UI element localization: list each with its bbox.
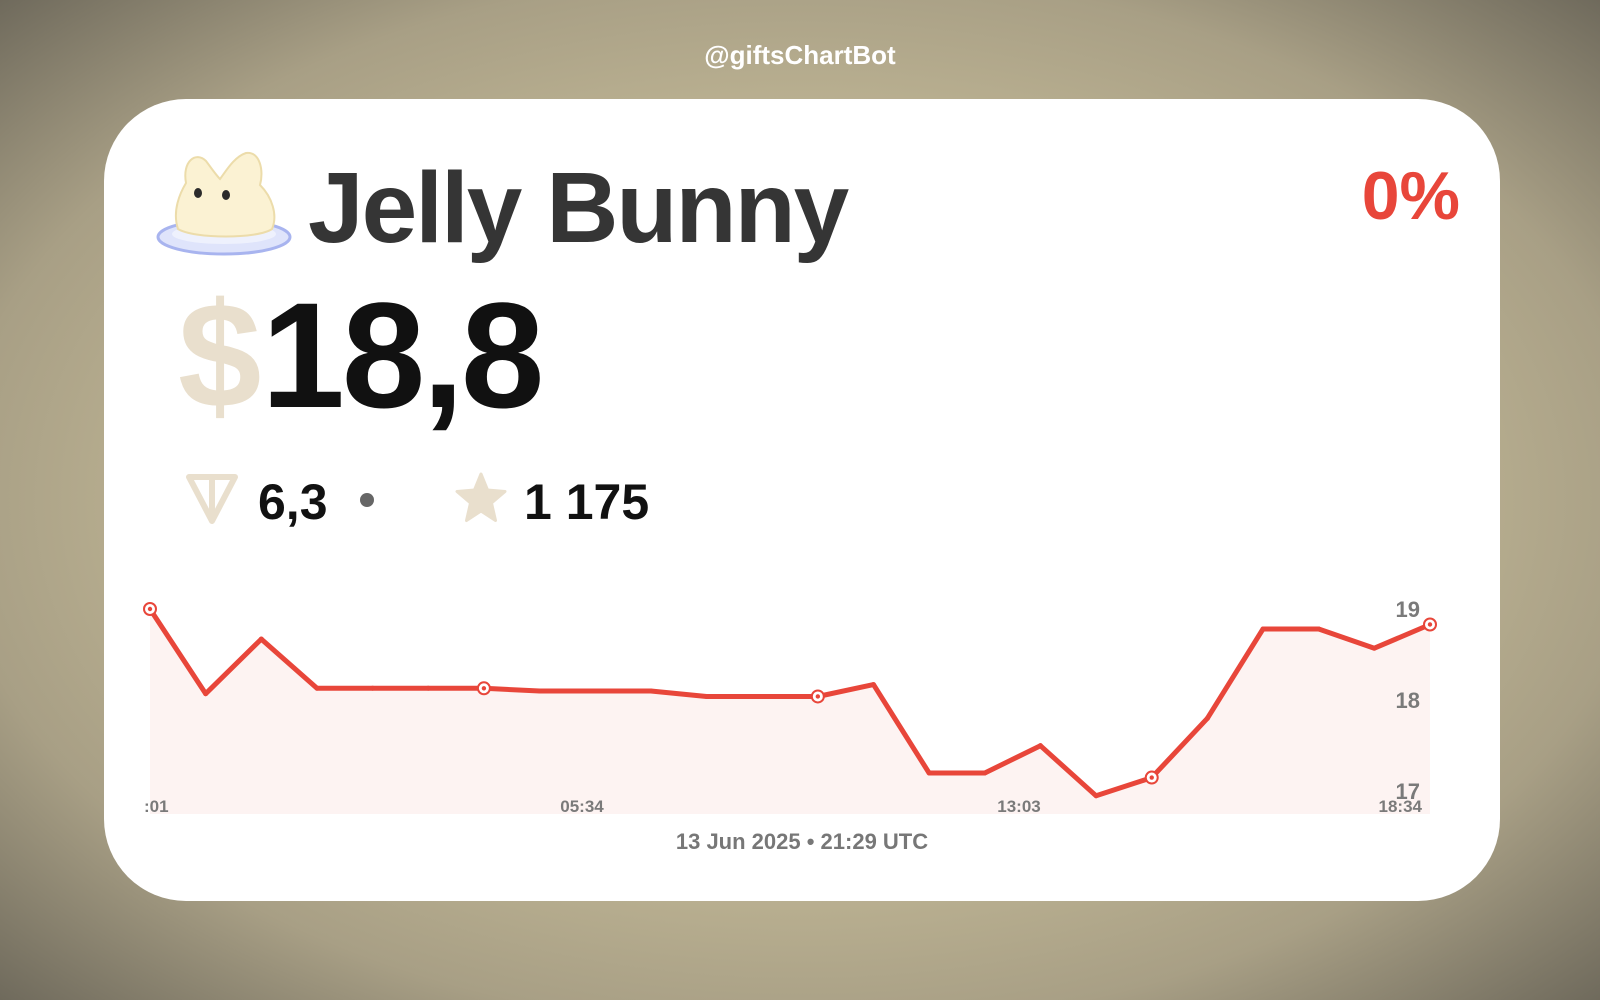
price-card: Jelly Bunny 0% $18,8 6,3 1 175 17 18 19 :0…: [104, 99, 1500, 901]
data-point: [926, 770, 932, 776]
x-tick-label: 05:34: [560, 797, 604, 816]
data-point: [759, 693, 765, 699]
y-tick-label: 19: [1396, 597, 1420, 622]
data-point: [1371, 645, 1377, 651]
data-point: [1204, 715, 1210, 721]
y-tick-label: 18: [1396, 688, 1420, 713]
chart-area-fill: [150, 609, 1430, 814]
x-tick-label: 13:03: [997, 797, 1040, 816]
x-tick-label: :01: [144, 797, 169, 816]
price-chart: 171819 :01 05:34 13:03 18:34: [143, 597, 1437, 816]
timestamp: 13 Jun 2025 • 21:29 UTC: [675, 829, 929, 854]
data-point: [1093, 793, 1099, 799]
data-point: [870, 682, 876, 688]
data-point: [592, 688, 598, 694]
data-point: [258, 636, 264, 642]
data-point: [1037, 743, 1043, 749]
data-point: [982, 770, 988, 776]
data-point: [1316, 626, 1322, 632]
data-point: [537, 688, 543, 694]
data-point: [1144, 770, 1159, 785]
data-point: [314, 685, 320, 691]
data-point: [1260, 626, 1266, 632]
data-point: [143, 602, 157, 616]
data-point: [203, 691, 209, 697]
brand-handle: @giftsChartBot: [704, 40, 896, 70]
x-tick-label: 18:34: [1379, 797, 1423, 816]
data-point: [476, 681, 491, 696]
data-point: [1423, 617, 1437, 632]
data-point: [810, 689, 825, 704]
data-point: [425, 685, 431, 691]
data-point: [704, 693, 710, 699]
data-point: [370, 685, 376, 691]
data-point: [648, 688, 654, 694]
